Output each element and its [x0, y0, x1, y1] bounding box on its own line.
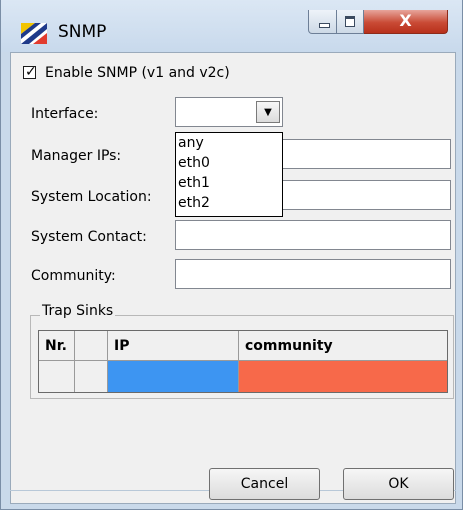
chevron-down-icon[interactable]: ▼	[256, 101, 280, 123]
check-mark-icon: ✓	[25, 64, 37, 80]
close-icon: X	[399, 11, 412, 30]
minimize-button[interactable]	[308, 10, 337, 34]
cancel-button[interactable]: Cancel	[209, 468, 320, 500]
community-label: Community:	[31, 268, 116, 284]
interface-option-eth0[interactable]: eth0	[176, 153, 282, 173]
interface-option-eth1[interactable]: eth1	[176, 173, 282, 193]
interface-option-eth2[interactable]: eth2	[176, 193, 282, 213]
maximize-icon	[345, 16, 355, 27]
enable-snmp-label: Enable SNMP (v1 and v2c)	[45, 65, 230, 81]
minimize-icon	[319, 23, 330, 28]
column-header-community[interactable]: community	[239, 331, 447, 361]
system-contact-label: System Contact:	[31, 229, 147, 245]
title-bar[interactable]: SNMP X	[1, 0, 462, 52]
cell-ip[interactable]	[108, 361, 239, 392]
column-header-blank[interactable]	[75, 331, 108, 361]
enable-snmp-checkbox[interactable]: ✓	[23, 64, 37, 80]
snmp-dialog: SNMP X ✓ Enable SNMP (v1 and v2c) Interf…	[0, 0, 463, 510]
interface-dropdown-list: any eth0 eth1 eth2	[175, 132, 283, 217]
cell-community[interactable]	[239, 361, 447, 392]
interface-option-any[interactable]: any	[176, 133, 282, 153]
column-header-ip[interactable]: IP	[108, 331, 239, 361]
community-field[interactable]	[175, 259, 451, 289]
column-header-nr[interactable]: Nr.	[39, 331, 75, 361]
frame-left-border	[1, 52, 10, 504]
trap-sinks-legend: Trap Sinks	[40, 301, 116, 321]
cell-blank[interactable]	[75, 361, 108, 392]
table-row[interactable]	[39, 361, 447, 392]
system-location-label: System Location:	[31, 189, 152, 205]
close-button[interactable]: X	[364, 10, 448, 34]
system-contact-field[interactable]	[175, 220, 451, 250]
manager-ips-label: Manager IPs:	[31, 148, 122, 164]
window-title: SNMP	[58, 22, 107, 42]
cell-nr[interactable]	[39, 361, 75, 392]
interface-select[interactable]: ▼	[175, 97, 283, 127]
ok-button[interactable]: OK	[343, 468, 454, 500]
snmp-flag-icon	[21, 23, 47, 44]
interface-label: Interface:	[31, 106, 99, 122]
trap-sinks-table[interactable]: Nr. IP community	[38, 330, 448, 393]
maximize-button[interactable]	[337, 10, 364, 34]
